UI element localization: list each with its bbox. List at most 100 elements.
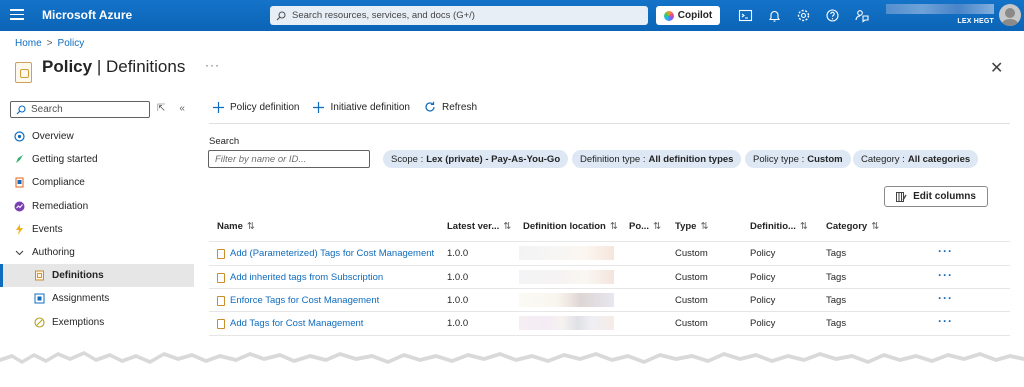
- sidebar-item-exemptions[interactable]: Exemptions: [0, 311, 194, 334]
- menu-icon[interactable]: [10, 9, 24, 21]
- edit-columns-label: Edit columns: [913, 191, 976, 202]
- column-header-latest-version[interactable]: Latest ver... ⇅: [447, 221, 511, 232]
- sidebar-item-events[interactable]: Events: [0, 218, 194, 241]
- category-cell: Tags: [826, 248, 847, 259]
- account-menu[interactable]: LEX HEGT: [886, 4, 998, 27]
- initiative-definition-button[interactable]: Initiative definition: [313, 101, 410, 113]
- breadcrumb-home[interactable]: Home: [15, 38, 42, 49]
- search-icon: [16, 104, 26, 114]
- policy-name-link[interactable]: Add (Parameterized) Tags for Cost Manage…: [217, 248, 434, 259]
- column-header-type[interactable]: Type ⇅: [675, 221, 708, 232]
- sidebar-item-remediation[interactable]: Remediation: [0, 195, 194, 218]
- column-header-definition-type[interactable]: Definitio... ⇅: [750, 221, 808, 232]
- sort-icon: ⇅: [609, 221, 618, 232]
- divider: [209, 265, 1010, 266]
- column-header-policies[interactable]: Po... ⇅: [629, 221, 661, 232]
- copilot-button[interactable]: Copilot: [656, 6, 720, 25]
- brand-title[interactable]: Microsoft Azure: [42, 8, 132, 22]
- policy-definition-button[interactable]: Policy definition: [213, 101, 299, 113]
- copilot-label: Copilot: [677, 10, 713, 21]
- sidebar-group-authoring[interactable]: Authoring: [0, 241, 194, 264]
- definition-type-cell: Policy: [750, 318, 776, 329]
- torn-edge-decoration: [0, 351, 1024, 387]
- assignment-icon: [34, 293, 45, 304]
- category-cell: Tags: [826, 272, 847, 283]
- filter-search-input[interactable]: Filter by name or ID...: [208, 150, 370, 168]
- policy-type-filter-pill[interactable]: Policy type : Custom: [745, 150, 851, 168]
- divider: [209, 241, 1010, 242]
- row-more-button[interactable]: ···: [938, 291, 953, 305]
- version-cell: 1.0.0: [447, 248, 469, 259]
- sidebar-item-overview[interactable]: Overview: [0, 125, 194, 148]
- account-name: LEX HEGT: [957, 18, 994, 25]
- divider: [209, 288, 1010, 289]
- definition-location-redacted: [519, 293, 614, 307]
- sort-icon: ⇅: [700, 221, 709, 232]
- sidebar-item-getting-started[interactable]: Getting started: [0, 148, 194, 171]
- sidebar-nav: Overview Getting started Compliance Reme…: [0, 125, 194, 334]
- initiative-definition-label: Initiative definition: [330, 101, 410, 113]
- plus-icon: [213, 101, 224, 113]
- type-cell: Custom: [675, 272, 708, 283]
- definition-type-cell: Policy: [750, 295, 776, 306]
- help-icon[interactable]: [825, 8, 840, 23]
- policy-name-link[interactable]: Add inherited tags from Subscription: [217, 272, 383, 283]
- breadcrumb-policy[interactable]: Policy: [58, 38, 85, 49]
- global-search-placeholder: Search resources, services, and docs (G+…: [292, 10, 475, 21]
- close-icon[interactable]: ✕: [990, 58, 1003, 78]
- sidebar-item-definitions[interactable]: Definitions: [0, 264, 194, 288]
- definition-type-cell: Policy: [750, 272, 776, 283]
- type-cell: Custom: [675, 318, 708, 329]
- refresh-button[interactable]: Refresh: [424, 101, 477, 113]
- sort-icon: ⇅: [799, 221, 808, 232]
- edit-columns-icon: [896, 191, 907, 202]
- global-search-input[interactable]: Search resources, services, and docs (G+…: [270, 6, 648, 25]
- collapse-sidebar-icon[interactable]: «: [179, 103, 185, 114]
- definition-location-redacted: [519, 316, 614, 330]
- row-more-button[interactable]: ···: [938, 268, 953, 282]
- bell-icon[interactable]: [767, 8, 782, 23]
- sidebar-item-label: Overview: [32, 131, 74, 143]
- page-more-button[interactable]: ···: [205, 58, 220, 72]
- gear-icon[interactable]: [796, 8, 811, 23]
- avatar[interactable]: [999, 4, 1021, 26]
- account-directory-redacted: [886, 4, 994, 14]
- sidebar-item-label: Exemptions: [52, 316, 105, 328]
- sidebar-item-assignments[interactable]: Assignments: [0, 287, 194, 310]
- sidebar-item-label: Events: [32, 223, 63, 235]
- sort-icon: ⇅: [246, 221, 255, 232]
- scope-filter-pill[interactable]: Scope : Lex (private) - Pay-As-You-Go: [383, 150, 569, 168]
- column-header-category[interactable]: Category ⇅: [826, 221, 879, 232]
- document-icon: [217, 248, 225, 259]
- sort-icon: ⇅: [503, 221, 512, 232]
- version-cell: 1.0.0: [447, 318, 469, 329]
- definition-type-filter-pill[interactable]: Definition type : All definition types: [572, 150, 742, 168]
- sort-icon: ⇅: [871, 221, 880, 232]
- column-header-name[interactable]: Name ⇅: [217, 221, 255, 232]
- cloud-shell-icon[interactable]: [738, 8, 753, 23]
- filter-search-label: Search: [209, 136, 240, 147]
- row-more-button[interactable]: ···: [938, 244, 953, 258]
- sidebar-search-input[interactable]: Search: [10, 101, 150, 118]
- sidebar-search-placeholder: Search: [31, 104, 63, 115]
- policy-name-link[interactable]: Add Tags for Cost Management: [217, 318, 363, 329]
- document-icon: [217, 318, 225, 329]
- version-cell: 1.0.0: [447, 295, 469, 306]
- feedback-icon[interactable]: [854, 8, 869, 23]
- category-filter-pill[interactable]: Category : All categories: [853, 150, 979, 168]
- policy-name-link[interactable]: Enforce Tags for Cost Management: [217, 295, 379, 306]
- definition-location-redacted: [519, 246, 614, 260]
- breadcrumb: Home > Policy: [15, 38, 84, 49]
- edit-columns-button[interactable]: Edit columns: [884, 186, 988, 207]
- row-more-button[interactable]: ···: [938, 314, 953, 328]
- sidebar-item-compliance[interactable]: Compliance: [0, 171, 194, 194]
- exemption-icon: [34, 317, 45, 328]
- expand-all-icon[interactable]: ⇱: [157, 103, 165, 114]
- column-header-definition-location[interactable]: Definition location ⇅: [523, 221, 618, 232]
- command-bar: Policy definition Initiative definition …: [213, 101, 491, 113]
- definition-location-redacted: [519, 270, 614, 284]
- refresh-label: Refresh: [441, 101, 477, 113]
- overview-icon: [14, 131, 25, 142]
- sidebar-item-label: Definitions: [52, 270, 104, 282]
- sidebar-item-label: Authoring: [32, 247, 75, 259]
